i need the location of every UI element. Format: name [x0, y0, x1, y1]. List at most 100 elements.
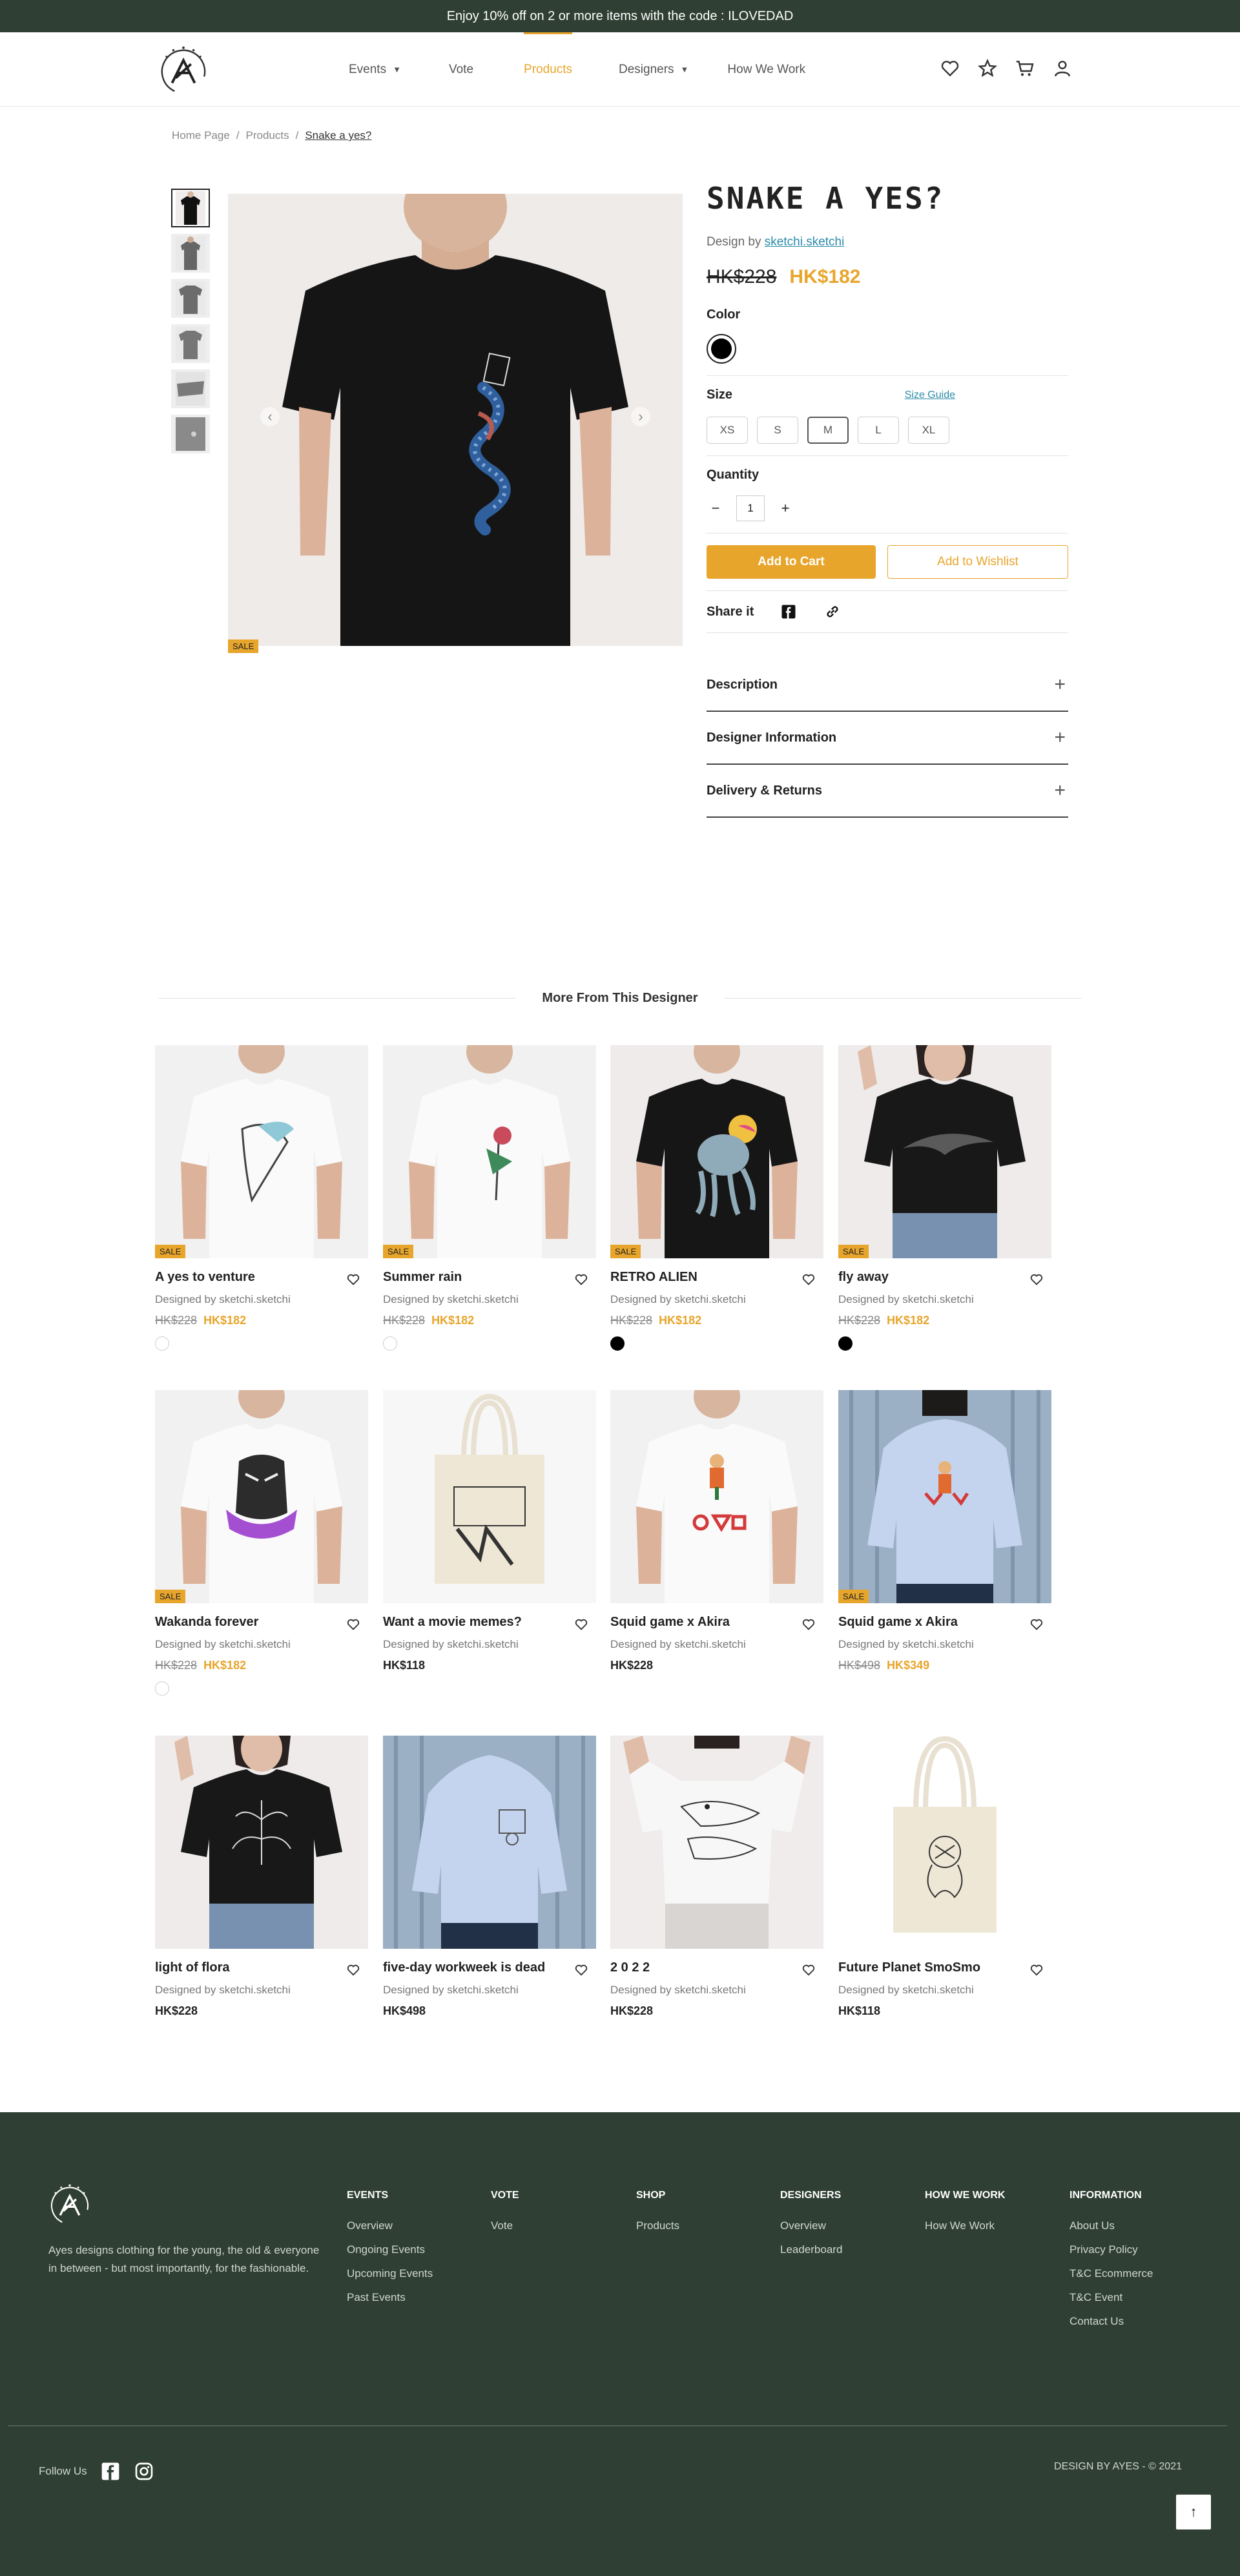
thumbnail[interactable]	[171, 279, 210, 318]
size-option-xs[interactable]: XS	[707, 417, 748, 444]
color-swatch-white[interactable]	[383, 1336, 397, 1351]
product-card[interactable]: five-day workweek is dead Designed by sk…	[383, 1736, 596, 2018]
product-card[interactable]: Future Planet SmoSmo Designed by sketchi…	[838, 1736, 1051, 2018]
product-name[interactable]: Want a movie memes?	[383, 1615, 522, 1632]
nav-how-we-work[interactable]: How We Work	[727, 32, 805, 107]
heart-icon[interactable]	[801, 1272, 816, 1287]
product-card[interactable]: Want a movie memes? Designed by sketchi.…	[383, 1390, 596, 1672]
accordion-description[interactable]: Description +	[707, 659, 1068, 712]
thumbnail[interactable]	[171, 324, 210, 363]
ayes-logo[interactable]	[48, 2183, 91, 2226]
product-card[interactable]: light of flora Designed by sketchi.sketc…	[155, 1736, 368, 2018]
heart-icon[interactable]	[346, 1617, 360, 1632]
footer-link[interactable]: Overview	[347, 2219, 433, 2232]
color-swatch-black[interactable]	[838, 1336, 852, 1351]
add-to-wishlist-button[interactable]: Add to Wishlist	[887, 545, 1068, 579]
nav-vote[interactable]: Vote	[449, 32, 473, 107]
color-swatch-black[interactable]	[610, 1336, 625, 1351]
product-name[interactable]: Squid game x Akira	[610, 1615, 730, 1632]
add-to-cart-button[interactable]: Add to Cart	[707, 545, 876, 579]
product-card-image[interactable]: SALE	[610, 1045, 823, 1258]
product-name[interactable]: Future Planet SmoSmo	[838, 1960, 980, 1977]
footer-link[interactable]: Leaderboard	[780, 2243, 842, 2256]
thumbnail[interactable]	[171, 234, 210, 273]
footer-link[interactable]: Products	[636, 2219, 679, 2232]
star-icon[interactable]	[977, 58, 998, 79]
product-name[interactable]: Squid game x Akira	[838, 1615, 958, 1632]
footer-link[interactable]: Vote	[491, 2219, 519, 2232]
product-name[interactable]: A yes to venture	[155, 1270, 255, 1287]
product-name[interactable]: RETRO ALIEN	[610, 1270, 698, 1287]
accordion-designer-info[interactable]: Designer Information +	[707, 712, 1068, 765]
heart-icon[interactable]	[1029, 1963, 1044, 1977]
product-card[interactable]: SALE RETRO ALIEN Designed by sketchi.ske…	[610, 1045, 823, 1351]
quantity-input[interactable]: 1	[736, 495, 765, 521]
heart-icon[interactable]	[1029, 1272, 1044, 1287]
user-icon[interactable]	[1052, 58, 1073, 79]
product-name[interactable]: light of flora	[155, 1960, 230, 1977]
heart-icon[interactable]	[801, 1617, 816, 1632]
nav-designers[interactable]: Designers ▼	[619, 32, 688, 107]
nav-events[interactable]: Events ▼	[349, 32, 401, 107]
footer-link[interactable]: T&C Ecommerce	[1070, 2267, 1153, 2280]
product-name[interactable]: five-day workweek is dead	[383, 1960, 545, 1977]
link-icon[interactable]	[823, 603, 842, 621]
color-swatch-white[interactable]	[155, 1681, 169, 1696]
heart-icon[interactable]	[346, 1272, 360, 1287]
size-guide-link[interactable]: Size Guide	[905, 390, 955, 401]
color-swatch-black[interactable]	[707, 334, 736, 364]
product-name[interactable]: fly away	[838, 1270, 889, 1287]
back-to-top-button[interactable]: ↑	[1176, 2495, 1211, 2529]
size-option-s[interactable]: S	[757, 417, 798, 444]
facebook-icon[interactable]	[100, 2461, 121, 2482]
footer-link[interactable]: Ongoing Events	[347, 2243, 433, 2256]
footer-link[interactable]: Past Events	[347, 2291, 433, 2304]
cart-icon[interactable]	[1015, 58, 1035, 79]
product-card[interactable]: SALE A yes to venture Designed by sketch…	[155, 1045, 368, 1351]
heart-icon[interactable]	[346, 1963, 360, 1977]
product-card[interactable]: 2 0 2 2 Designed by sketchi.sketchi HK$2…	[610, 1736, 823, 2018]
quantity-decrease-button[interactable]: −	[707, 500, 725, 517]
thumbnail[interactable]	[171, 415, 210, 453]
product-card[interactable]: SALE fly away Designed by sketchi.sketch…	[838, 1045, 1051, 1351]
quantity-increase-button[interactable]: +	[776, 500, 794, 517]
heart-icon[interactable]	[801, 1963, 816, 1977]
color-swatch-white[interactable]	[155, 1336, 169, 1351]
product-card-image[interactable]: SALE	[838, 1390, 1051, 1603]
product-name[interactable]: 2 0 2 2	[610, 1960, 650, 1977]
instagram-icon[interactable]	[134, 2461, 154, 2482]
footer-link[interactable]: About Us	[1070, 2219, 1153, 2232]
product-card-image[interactable]: SALE	[838, 1045, 1051, 1258]
product-card-image[interactable]	[155, 1736, 368, 1949]
heart-icon[interactable]	[574, 1963, 588, 1977]
heart-icon[interactable]	[574, 1272, 588, 1287]
size-option-xl[interactable]: XL	[908, 417, 949, 444]
product-name[interactable]: Summer rain	[383, 1270, 462, 1287]
product-card-image[interactable]	[383, 1390, 596, 1603]
product-card-image[interactable]: SALE	[155, 1390, 368, 1603]
footer-link[interactable]: How We Work	[925, 2219, 1005, 2232]
breadcrumb-current[interactable]: Snake a yes?	[305, 129, 371, 142]
footer-link[interactable]: Privacy Policy	[1070, 2243, 1153, 2256]
heart-icon[interactable]	[940, 58, 960, 79]
product-card-image[interactable]: SALE	[155, 1045, 368, 1258]
facebook-icon[interactable]	[780, 603, 798, 621]
footer-link[interactable]: Overview	[780, 2219, 842, 2232]
nav-products[interactable]: Products	[524, 32, 572, 107]
product-card[interactable]: Squid game x Akira Designed by sketchi.s…	[610, 1390, 823, 1672]
prev-image-button[interactable]: ‹	[260, 407, 280, 426]
accordion-delivery[interactable]: Delivery & Returns +	[707, 765, 1068, 818]
heart-icon[interactable]	[1029, 1617, 1044, 1632]
product-card-image[interactable]	[383, 1736, 596, 1949]
product-card[interactable]: SALE Wakanda forever Designed by sketchi…	[155, 1390, 368, 1696]
size-option-l[interactable]: L	[858, 417, 899, 444]
product-card-image[interactable]	[838, 1736, 1051, 1949]
thumbnail[interactable]	[171, 189, 210, 227]
breadcrumb-products[interactable]: Products	[246, 129, 289, 142]
ayes-logo[interactable]	[158, 45, 209, 96]
designer-link[interactable]: sketchi.sketchi	[765, 235, 845, 249]
breadcrumb-home[interactable]: Home Page	[172, 129, 230, 142]
next-image-button[interactable]: ›	[631, 407, 650, 426]
product-card-image[interactable]	[610, 1736, 823, 1949]
product-card[interactable]: SALE Squid game x Akira Designed by sket…	[838, 1390, 1051, 1672]
